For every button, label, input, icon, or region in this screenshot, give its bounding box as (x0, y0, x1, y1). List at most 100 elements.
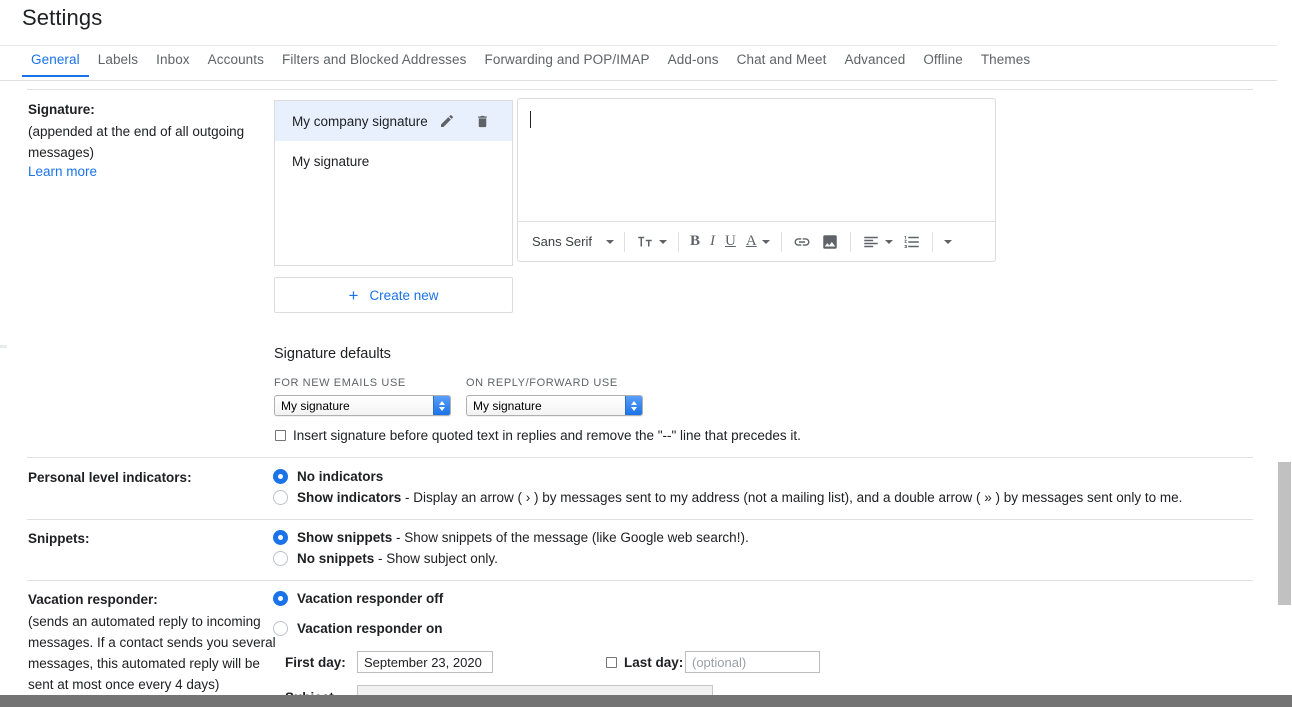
italic-button[interactable]: I (705, 228, 720, 256)
bold-button[interactable]: B (685, 228, 705, 256)
chevron-down-icon (944, 240, 952, 244)
chevron-down-icon (885, 240, 893, 244)
radio-row-no-indicators[interactable]: No indicators (273, 469, 383, 484)
select-spinner-icon (433, 396, 450, 415)
option-label-bold: Show snippets (297, 530, 392, 545)
toolbar-separator (781, 232, 782, 252)
option-label-rest: - Display an arrow ( › ) by messages sen… (401, 490, 1182, 505)
signature-editor: Sans Serif B I U A (517, 98, 996, 262)
vertical-scrollbar-track[interactable] (1277, 0, 1292, 695)
create-new-signature-button[interactable]: + Create new (274, 277, 513, 313)
signature-list-item-my-signature[interactable]: My signature (275, 141, 512, 181)
radio-show-snippets[interactable] (273, 530, 288, 545)
radio-show-indicators[interactable] (273, 490, 288, 505)
image-icon (821, 233, 839, 251)
numbered-list-button[interactable] (898, 228, 926, 256)
vacation-responder-label: Vacation responder: (28, 592, 158, 607)
tab-chat-and-meet[interactable]: Chat and Meet (728, 46, 836, 77)
option-label-bold: No indicators (297, 469, 383, 484)
tab-inbox[interactable]: Inbox (147, 46, 199, 77)
radio-no-indicators[interactable] (273, 469, 288, 484)
on-reply-forward-select[interactable]: My signature (466, 395, 643, 416)
tab-themes[interactable]: Themes (972, 46, 1039, 77)
radio-row-no-snippets[interactable]: No snippets - Show subject only. (273, 551, 498, 566)
insert-signature-checkbox[interactable] (275, 430, 286, 441)
section-divider-top (27, 89, 1253, 90)
text-size-icon (636, 233, 654, 251)
tab-add-ons[interactable]: Add-ons (659, 46, 728, 77)
trash-icon[interactable] (474, 112, 492, 130)
tab-general[interactable]: General (22, 46, 89, 77)
personal-level-indicators-label: Personal level indicators: (28, 470, 192, 485)
tab-labels[interactable]: Labels (89, 46, 147, 77)
toolbar-separator (932, 232, 933, 252)
tab-advanced[interactable]: Advanced (835, 46, 914, 77)
last-day-checkbox[interactable] (606, 657, 617, 668)
option-label-bold: Vacation responder on (297, 621, 443, 636)
font-size-dropdown[interactable] (631, 228, 672, 256)
signature-list-item-my-company-signature[interactable]: My company signature (275, 101, 512, 141)
radio-row-show-indicators[interactable]: Show indicators - Display an arrow ( › )… (273, 490, 1182, 505)
signature-item-label: My signature (292, 154, 369, 169)
toolbar-separator (850, 232, 851, 252)
radio-vacation-responder-on[interactable] (273, 621, 288, 636)
settings-tabbar: General Labels Inbox Accounts Filters an… (0, 45, 1292, 81)
first-day-value: September 23, 2020 (364, 655, 482, 670)
last-day-row[interactable]: Last day: (606, 655, 683, 670)
radio-row-vacation-on[interactable]: Vacation responder on (273, 621, 443, 636)
text-color-icon: A (746, 233, 757, 250)
option-label-rest: - Show snippets of the message (like Goo… (392, 530, 748, 545)
text-color-button[interactable]: A (741, 228, 775, 256)
toolbar-separator (624, 232, 625, 252)
link-icon (793, 233, 811, 251)
section-divider-snippets (27, 519, 1253, 520)
create-new-label: Create new (369, 288, 438, 303)
insert-link-button[interactable] (788, 228, 816, 256)
signature-learn-more-link[interactable]: Learn more (28, 164, 97, 179)
for-new-emails-select[interactable]: My signature (274, 395, 451, 416)
signature-description: (appended at the end of all outgoing mes… (28, 121, 268, 163)
signature-item-actions (438, 112, 492, 130)
page-title: Settings (22, 5, 102, 31)
pencil-icon[interactable] (438, 112, 456, 130)
signature-editor-toolbar: Sans Serif B I U A (518, 221, 995, 261)
insert-signature-label: Insert signature before quoted text in r… (293, 428, 801, 443)
last-day-label: Last day: (624, 655, 683, 670)
tab-forwarding-and-pop-imap[interactable]: Forwarding and POP/IMAP (476, 46, 659, 77)
chevron-down-icon (659, 240, 667, 244)
more-options-button[interactable] (939, 228, 957, 256)
signature-item-label: My company signature (292, 114, 428, 129)
vacation-responder-description: (sends an automated reply to incoming me… (28, 611, 276, 695)
edge-artifact (0, 345, 7, 348)
section-divider-personal-level (27, 457, 1253, 458)
chevron-down-icon (762, 240, 770, 244)
font-family-dropdown[interactable]: Sans Serif (526, 228, 618, 256)
section-divider-vacation (27, 580, 1253, 581)
radio-no-snippets[interactable] (273, 551, 288, 566)
underline-button[interactable]: U (720, 228, 741, 256)
insert-signature-before-quoted-row[interactable]: Insert signature before quoted text in r… (275, 428, 801, 443)
gmail-settings-page: Settings General Labels Inbox Accounts F… (0, 0, 1292, 707)
align-button[interactable] (857, 228, 898, 256)
last-day-input[interactable]: (optional) (685, 651, 820, 673)
horizontal-scrollbar-track[interactable] (0, 695, 1292, 707)
tab-filters-and-blocked-addresses[interactable]: Filters and Blocked Addresses (273, 46, 476, 77)
radio-row-show-snippets[interactable]: Show snippets - Show snippets of the mes… (273, 530, 749, 545)
on-reply-forward-value: My signature (473, 399, 542, 413)
radio-vacation-responder-off[interactable] (273, 591, 288, 606)
vertical-scrollbar-thumb[interactable] (1278, 462, 1291, 605)
tab-offline[interactable]: Offline (914, 46, 971, 77)
last-day-placeholder: (optional) (692, 655, 746, 670)
chevron-down-icon (606, 240, 614, 244)
first-day-input[interactable]: September 23, 2020 (357, 651, 493, 673)
horizontal-scrollbar-thumb[interactable] (0, 695, 1292, 707)
plus-icon: + (349, 287, 359, 304)
option-label-bold: Show indicators (297, 490, 401, 505)
select-spinner-icon (625, 396, 642, 415)
tab-accounts[interactable]: Accounts (199, 46, 273, 77)
insert-image-button[interactable] (816, 228, 844, 256)
signature-defaults-title: Signature defaults (274, 346, 391, 362)
radio-row-vacation-off[interactable]: Vacation responder off (273, 591, 443, 606)
signature-editor-textarea[interactable] (518, 99, 995, 221)
on-reply-forward-label: ON REPLY/FORWARD USE (466, 377, 618, 389)
